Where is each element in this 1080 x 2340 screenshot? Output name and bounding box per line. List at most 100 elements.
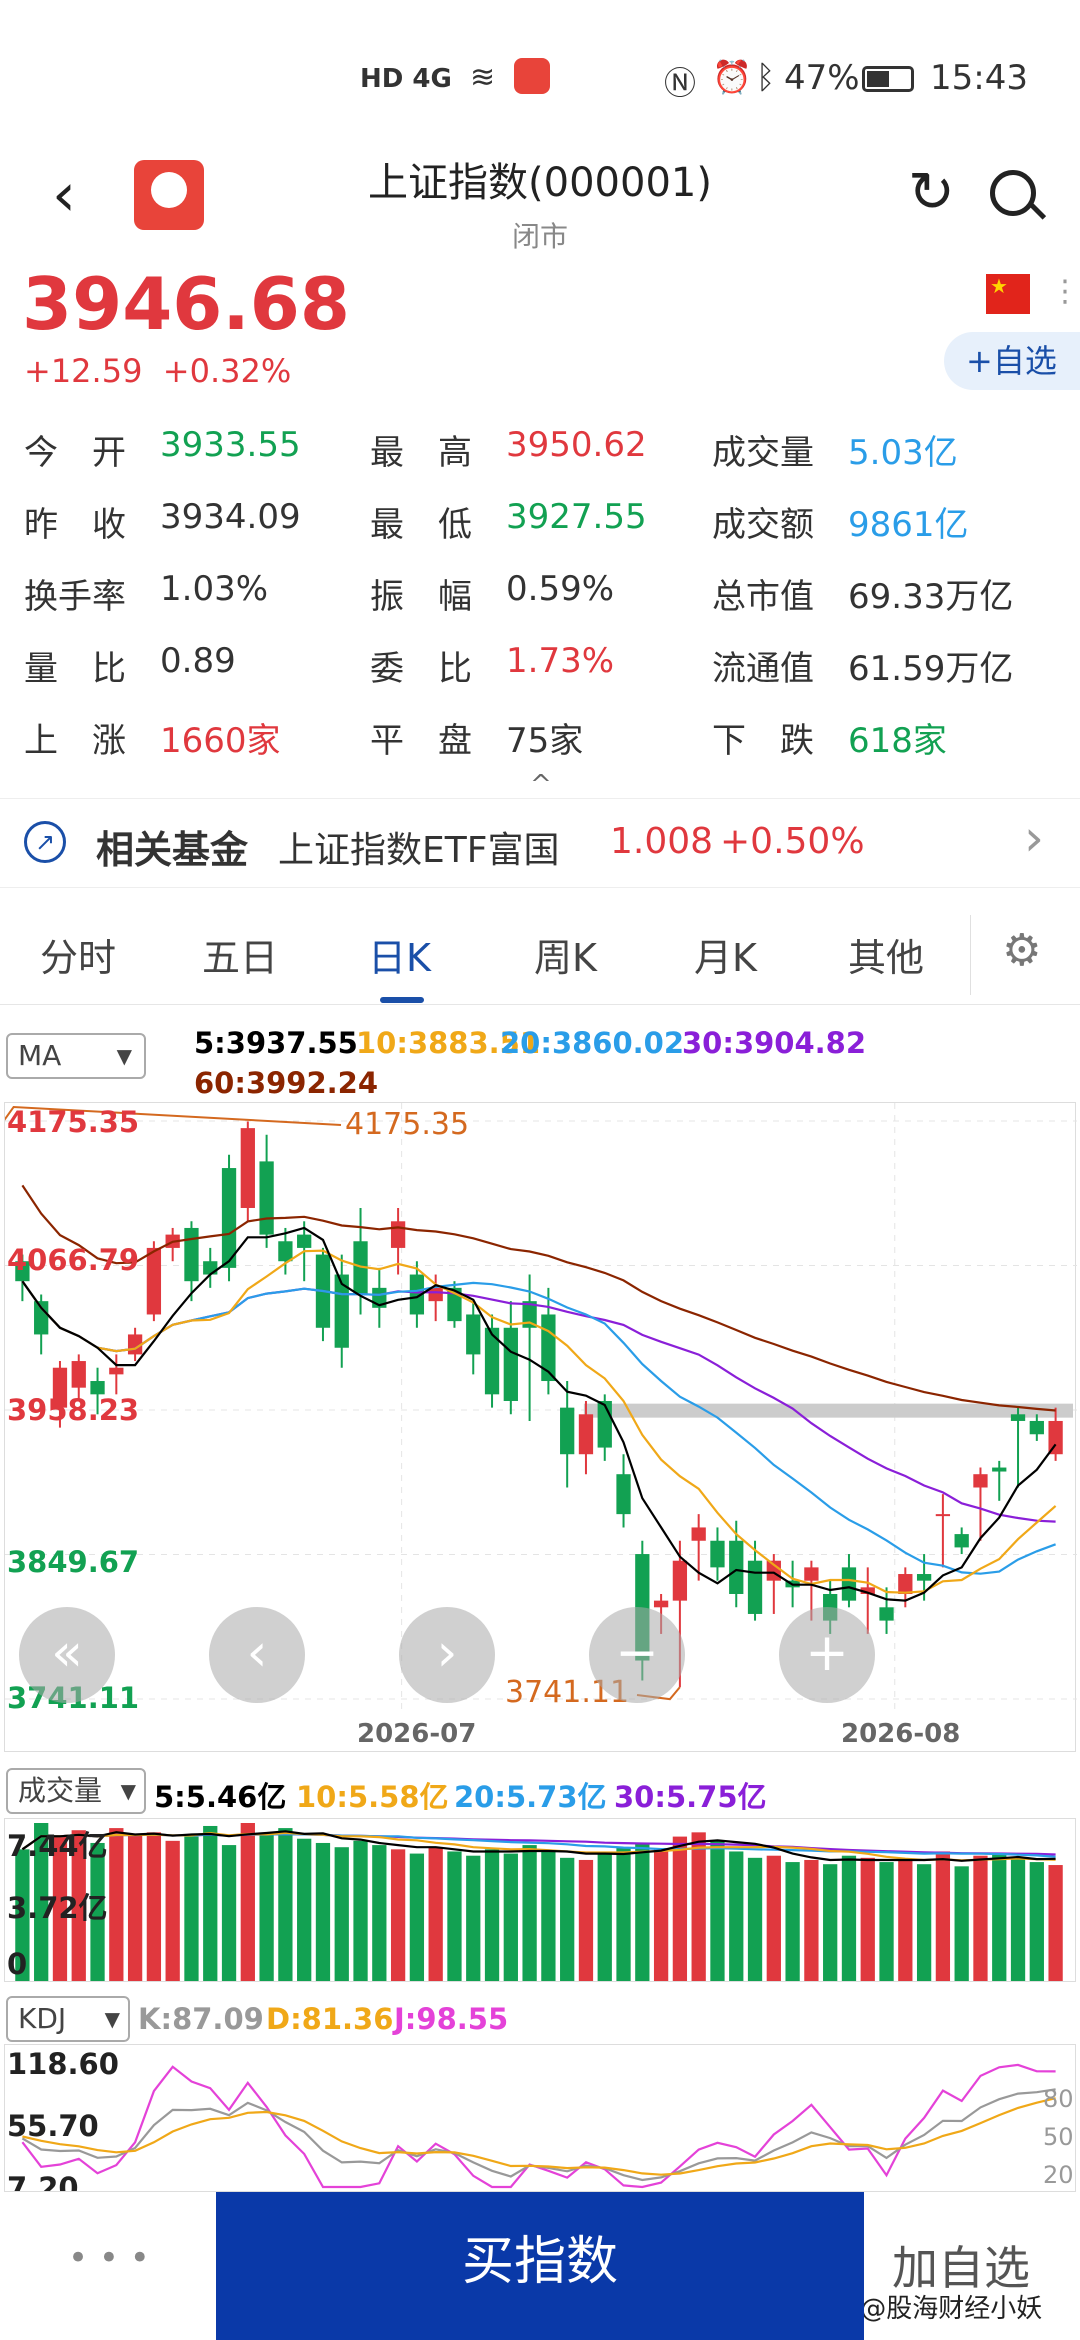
tab-daily-k[interactable]: 日K (368, 927, 431, 982)
stat-label: 今 开 (24, 433, 126, 473)
vol-y-mid: 3.72亿 (7, 1891, 108, 1925)
volume-bar (1010, 1857, 1026, 1981)
volume-bar (221, 1845, 237, 1981)
candle-body (804, 1567, 819, 1581)
kdj-chart[interactable]: 118.60 55.70 7.20 80 50 20 (4, 2044, 1076, 2192)
volume-bar (184, 1836, 199, 1981)
volume-bar (522, 1845, 537, 1981)
kdj-selector[interactable]: KDJ ▼ (6, 1996, 130, 2042)
kdj-right-50: 50 (1043, 2123, 1074, 2151)
more-options-icon[interactable]: • • • (68, 2238, 150, 2278)
volume-bar (578, 1859, 594, 1981)
refresh-icon[interactable]: ↻ (908, 160, 955, 225)
tab-intraday[interactable]: 分时 (40, 927, 116, 982)
volume-bar (973, 1855, 988, 1981)
collapse-chevron-icon[interactable]: ^ (530, 770, 552, 800)
vol20-value: 20:5.73亿 (454, 1780, 607, 1814)
y-label-3: 3958.23 (7, 1393, 140, 1427)
volume-bar (447, 1851, 462, 1981)
stat-label: 振 幅 (370, 577, 472, 617)
tab-other[interactable]: 其他 (848, 927, 924, 982)
settings-gear-icon[interactable]: ⚙ (1002, 925, 1041, 976)
volume-bar (146, 1832, 162, 1981)
candle-body (503, 1327, 518, 1401)
rewind-icon[interactable]: « (19, 1607, 115, 1703)
kdj-right-20: 20 (1043, 2161, 1074, 2189)
kdj-y-max: 118.60 (7, 2047, 119, 2081)
volume-bar (916, 1864, 932, 1981)
price-change: +12.59 +0.32% (24, 352, 291, 390)
scroll-right-icon[interactable]: › (399, 1607, 495, 1703)
volume-bar (372, 1845, 387, 1981)
dropdown-arrow-icon: ▼ (104, 2007, 120, 2031)
volume-selector[interactable]: 成交量 ▼ (6, 1768, 146, 1814)
kline-chart[interactable]: 4175.35 4066.79 3958.23 3849.67 3741.11 … (4, 1102, 1077, 1752)
candle-body (954, 1534, 969, 1548)
volume-bar (1048, 1865, 1063, 1981)
ma20-line (21, 1280, 1056, 1575)
stat-label: 量 比 (24, 649, 126, 689)
volume-bar (823, 1864, 838, 1981)
buy-index-button[interactable]: 买指数 (216, 2192, 864, 2340)
volume-svg (15, 1823, 1063, 1981)
volume-bar (635, 1842, 650, 1981)
scroll-left-icon[interactable]: ‹ (209, 1607, 305, 1703)
ma20-value: 20:3860.02 (500, 1026, 685, 1060)
volume-bar (240, 1823, 255, 1981)
tab-active-indicator (380, 997, 424, 1003)
stat-label: 上 涨 (24, 721, 126, 761)
more-vertical-icon[interactable]: ⋮ (1050, 274, 1080, 309)
volume-bar (729, 1851, 744, 1981)
stat-value: 0.59% (506, 569, 615, 609)
volume-bar (127, 1834, 143, 1981)
candle-body (653, 1600, 669, 1608)
volume-bar (992, 1853, 1007, 1981)
volume-bar (297, 1838, 312, 1981)
zoom-in-icon[interactable]: + (779, 1607, 875, 1703)
volume-bar (1029, 1862, 1044, 1981)
ma-selector[interactable]: MA ▼ (6, 1033, 146, 1079)
candle-body (729, 1540, 744, 1594)
change-value: +12.59 (24, 352, 143, 390)
volume-chart[interactable]: 7.44亿 3.72亿 0 (4, 1818, 1076, 1982)
stat-label: 昨 收 (24, 505, 126, 545)
volume-bar (691, 1832, 706, 1981)
search-icon[interactable] (990, 170, 1047, 220)
volume-bar (165, 1840, 180, 1981)
volume-bar (334, 1847, 349, 1981)
candle-body (466, 1314, 481, 1355)
tab-weekly-k[interactable]: 周K (534, 927, 597, 982)
ma10-line (21, 1249, 1057, 1594)
tab-five-day[interactable]: 五日 (202, 927, 278, 982)
zoom-out-icon[interactable]: − (589, 1607, 685, 1703)
stat-value: 69.33万亿 (848, 577, 1014, 617)
kdj-right-80: 80 (1043, 2085, 1074, 2113)
candle-body (747, 1560, 763, 1614)
stat-value: 75家 (506, 721, 584, 761)
stat-label: 总市值 (712, 577, 814, 617)
tab-monthly-k[interactable]: 月K (694, 927, 757, 982)
x-label-august: 2026-08 (841, 1719, 961, 1749)
candle-body (560, 1407, 575, 1455)
stat-label: 最 低 (370, 505, 472, 545)
fund-label: 相关基金 (96, 828, 249, 872)
stat-label: 成交额 (712, 505, 814, 545)
bluetooth-icon: ᛒ (756, 58, 776, 96)
stat-value: 0.89 (160, 641, 236, 681)
related-fund-bar[interactable]: ↗ 相关基金 上证指数ETF富国 1.008 +0.50% › (0, 798, 1080, 888)
stat-label: 流通值 (712, 649, 814, 689)
stat-label: 成交量 (712, 433, 814, 473)
alarm-icon: ⏰ (712, 58, 752, 96)
candle-body (146, 1247, 162, 1315)
add-watchlist-button[interactable]: +自选 (944, 332, 1080, 390)
kdj-y-min: 7.20 (7, 2171, 79, 2192)
candle-body (841, 1567, 857, 1601)
candle-body (916, 1574, 932, 1581)
volume-bar (409, 1853, 425, 1981)
volume-bar (954, 1866, 969, 1981)
volume-bar (353, 1840, 368, 1981)
stat-value: 618家 (848, 721, 947, 761)
volume-bar (484, 1849, 500, 1981)
kdj-j-value: J:98.55 (394, 2002, 509, 2036)
kdj-d-value: D:81.36 (266, 2002, 394, 2036)
